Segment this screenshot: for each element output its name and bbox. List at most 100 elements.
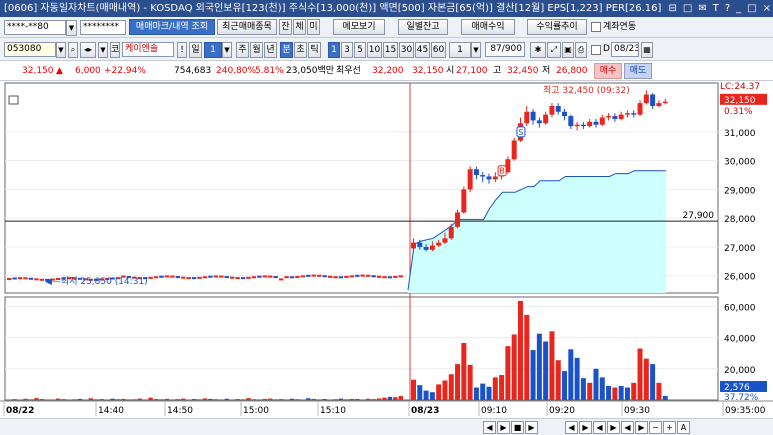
volume-bar bbox=[115, 399, 121, 400]
period-day-button[interactable]: 일 bbox=[189, 42, 202, 58]
volume-bar bbox=[436, 384, 442, 400]
speaker-icon[interactable]: ◂▸ bbox=[80, 42, 96, 58]
volume-value: 754,683 bbox=[174, 66, 212, 76]
interval-1-button[interactable]: 1 bbox=[328, 42, 340, 58]
nav-first-icon[interactable]: ◀ bbox=[565, 421, 578, 434]
trade-marker-label: S bbox=[518, 128, 523, 137]
period-year-button[interactable]: 년 bbox=[264, 42, 277, 58]
nav-right-icon[interactable]: ▶ bbox=[607, 421, 620, 434]
volume-bar bbox=[170, 399, 175, 400]
best-ask: 32,200 bbox=[372, 66, 404, 76]
profit-trend-button[interactable]: 수익률추이 bbox=[527, 19, 587, 35]
account-link-checkbox[interactable] bbox=[591, 22, 601, 32]
period-minute-button[interactable]: 분 bbox=[280, 42, 293, 58]
alert-icon[interactable]: ! bbox=[177, 42, 187, 58]
interval-45-button[interactable]: 45 bbox=[415, 42, 430, 58]
speaker-dropdown-icon[interactable]: ▼ bbox=[98, 42, 108, 58]
maximize-icon[interactable]: □ bbox=[747, 0, 756, 17]
account-select[interactable]: ****-**80 bbox=[4, 20, 66, 35]
mail-icon[interactable]: ✉ bbox=[698, 0, 706, 17]
day1-candle bbox=[349, 275, 355, 278]
zoom-in-icon[interactable]: + bbox=[663, 421, 676, 434]
volume-bar bbox=[387, 396, 393, 400]
period-count-field[interactable]: 1 bbox=[204, 42, 222, 58]
daily-balance-button[interactable]: 일별잔고 bbox=[398, 19, 448, 35]
day1-candle bbox=[235, 277, 240, 280]
period-week-button[interactable]: 주 bbox=[236, 42, 249, 58]
interval-5-button[interactable]: 5 bbox=[354, 42, 366, 58]
volume-bar bbox=[355, 399, 360, 400]
best-quote-label: 최우선 bbox=[336, 66, 361, 76]
tab-executed[interactable]: 체 bbox=[293, 19, 306, 35]
interval-15-button[interactable]: 15 bbox=[383, 42, 398, 58]
day1-candle bbox=[316, 274, 322, 277]
period-second-button[interactable]: 초 bbox=[294, 42, 307, 58]
tab-balance[interactable]: 잔 bbox=[279, 19, 292, 35]
volume-bar bbox=[349, 398, 355, 400]
minimize-all-icon[interactable]: ⊟ bbox=[669, 0, 677, 17]
password-field[interactable]: ******** bbox=[80, 20, 126, 35]
nav-left-icon[interactable]: ◀ bbox=[593, 421, 606, 434]
volume-bar bbox=[473, 387, 479, 400]
period-tick-button[interactable]: 틱 bbox=[308, 42, 321, 58]
tool-pattern-icon[interactable]: ✱ bbox=[530, 42, 546, 58]
minimize-icon[interactable]: _ bbox=[736, 0, 741, 17]
volume-bar bbox=[606, 385, 612, 400]
nav-play-icon[interactable]: ▶ bbox=[525, 421, 538, 434]
auto-scale-icon[interactable]: A bbox=[677, 421, 690, 434]
day1-candle bbox=[208, 275, 213, 278]
volume-bar bbox=[382, 397, 387, 400]
price-axis-tick: 30,000 bbox=[724, 158, 756, 168]
tool-line-icon[interactable]: ⤢ bbox=[547, 42, 561, 58]
period-dropdown-icon[interactable]: ▼ bbox=[222, 42, 232, 58]
account-dropdown-icon[interactable]: ▼ bbox=[66, 20, 77, 36]
stock-code-input[interactable]: 053080 bbox=[4, 42, 56, 57]
buy-button[interactable]: 매수 bbox=[594, 63, 622, 79]
volume-bar bbox=[511, 334, 517, 400]
chart-svg[interactable]: 27,900 S B 최고 32,450 (09:32) ◀—최저 25,850 (14… bbox=[0, 81, 773, 418]
trade-profit-button[interactable]: 매매수익 bbox=[461, 19, 515, 35]
interval-60-button[interactable]: 60 bbox=[431, 42, 446, 58]
interval-3-button[interactable]: 3 bbox=[341, 42, 353, 58]
trade-mark-button[interactable]: 매매마크/내역 조회 bbox=[129, 19, 215, 35]
count-field[interactable]: 87/900 bbox=[485, 42, 525, 57]
interval-field[interactable]: 1 bbox=[449, 42, 471, 58]
volume-bar bbox=[543, 341, 549, 400]
high-price: 32,450 bbox=[507, 66, 539, 76]
date-field[interactable]: 08/23 bbox=[611, 42, 639, 57]
close-icon[interactable]: × bbox=[763, 0, 771, 17]
stock-name-field[interactable]: 케이엔솔 bbox=[122, 42, 174, 57]
nav-next-icon[interactable]: ▶ bbox=[497, 421, 510, 434]
print-icon[interactable]: ⎙ bbox=[575, 42, 587, 58]
code-dropdown-icon[interactable]: ▼ bbox=[56, 42, 66, 58]
interval-30-button[interactable]: 30 bbox=[399, 42, 414, 58]
period-month-button[interactable]: 월 bbox=[250, 42, 263, 58]
font-icon[interactable]: T bbox=[713, 0, 719, 17]
date-checkbox[interactable] bbox=[591, 45, 601, 55]
sell-button[interactable]: 매도 bbox=[624, 63, 652, 79]
interval-dropdown-icon[interactable]: ▼ bbox=[471, 42, 481, 58]
zoom-out-icon[interactable]: − bbox=[649, 421, 662, 434]
nav-prev-icon[interactable]: ◀ bbox=[483, 421, 496, 434]
day1-candle bbox=[327, 275, 333, 278]
nav-stop-icon[interactable]: ■ bbox=[511, 421, 524, 434]
chart-area[interactable]: 27,900 S B 최고 32,450 (09:32) ◀—최저 25,850 (14… bbox=[0, 81, 773, 418]
save-icon[interactable]: ▣ bbox=[562, 42, 574, 58]
recent-trades-button[interactable]: 최근매매종목 bbox=[217, 19, 277, 35]
volume-bar bbox=[295, 399, 300, 400]
interval-10-button[interactable]: 10 bbox=[367, 42, 382, 58]
memo-button[interactable]: 메모보기 bbox=[333, 19, 385, 35]
day1-candle bbox=[393, 275, 398, 278]
help-icon[interactable]: ? bbox=[725, 0, 730, 17]
search-icon[interactable]: ⌕ bbox=[68, 42, 78, 58]
nav-last-icon[interactable]: ▶ bbox=[579, 421, 592, 434]
restore-icon[interactable]: □ bbox=[683, 0, 692, 17]
tab-pending[interactable]: 미 bbox=[307, 19, 320, 35]
calendar-icon[interactable]: ▦ bbox=[641, 42, 653, 58]
day1-candle bbox=[170, 275, 175, 278]
zoom-right-icon[interactable]: ▶ bbox=[635, 421, 648, 434]
market-kosdaq-label[interactable]: 코 bbox=[110, 42, 120, 58]
volume-bar bbox=[132, 399, 137, 400]
zoom-left-icon[interactable]: ◀ bbox=[621, 421, 634, 434]
volume-bar bbox=[417, 385, 423, 400]
